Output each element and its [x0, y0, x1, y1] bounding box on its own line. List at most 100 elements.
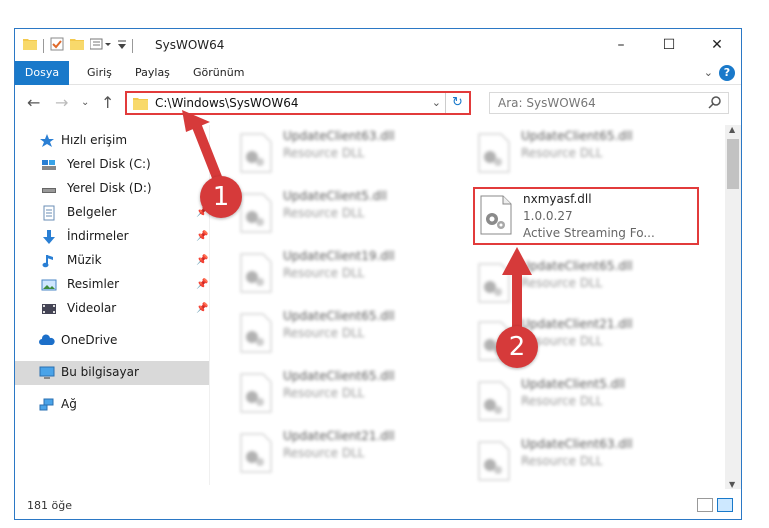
scroll-up-icon[interactable]: ▲ [729, 125, 735, 134]
sidebar-item-downloads[interactable]: İndirmeler 📌 [15, 225, 209, 249]
title-bar: SysWOW64 – ☐ ✕ [15, 29, 741, 61]
tiles-view-icon[interactable] [717, 498, 733, 512]
window-controls: – ☐ ✕ [597, 29, 741, 61]
file-description: Active Streaming Fo... [523, 226, 655, 240]
file-description: Resource DLL [283, 146, 365, 160]
star-icon [39, 133, 55, 149]
file-tile[interactable]: UpdateClient21.dll Resource DLL [215, 425, 445, 483]
sidebar-item-label: İndirmeler [67, 229, 129, 243]
file-description: Resource DLL [521, 394, 603, 408]
file-tile[interactable]: UpdateClient65.dll Resource DLL [215, 365, 445, 423]
close-button[interactable]: ✕ [693, 29, 741, 61]
drive-icon [41, 157, 57, 173]
sidebar-item-network[interactable]: Ağ [15, 393, 209, 417]
search-box[interactable]: Ara: SysWOW64 [489, 92, 729, 114]
file-tile[interactable]: UpdateClient65.dll Resource DLL [215, 305, 445, 363]
pin-icon[interactable]: 📌 [196, 303, 208, 314]
help-icon[interactable]: ? [719, 65, 735, 81]
search-icon[interactable] [708, 95, 722, 112]
file-tile[interactable]: UpdateClient63.dll Resource DLL [453, 433, 683, 485]
pin-icon[interactable]: 📌 [196, 279, 208, 290]
dll-file-icon [477, 381, 511, 424]
sidebar-item-label: Ağ [61, 397, 77, 411]
search-placeholder[interactable]: Ara: SysWOW64 [498, 96, 596, 110]
navigation-bar: ← → ⌄ ↑ C:\Windows\SysWOW64 ⌄ ↻ Ara: Sys… [15, 87, 741, 119]
item-count: 181 öğe [27, 499, 72, 512]
navigation-pane: Hızlı erişim Yerel Disk (C:) Yerel Disk … [15, 125, 209, 485]
sidebar-item-videos[interactable]: Videolar 📌 [15, 297, 209, 321]
sidebar-item-label: Videolar [67, 301, 117, 315]
status-bar: 181 öğe [15, 493, 741, 519]
dll-file-icon [239, 253, 273, 296]
pin-icon[interactable]: 📌 [196, 255, 208, 266]
file-tile[interactable]: UpdateClient5.dll Resource DLL [453, 373, 683, 431]
vertical-scrollbar[interactable]: ▲ ▼ [725, 125, 741, 489]
window-title: SysWOW64 [155, 38, 225, 52]
sidebar-item-documents[interactable]: Belgeler 📌 [15, 201, 209, 225]
videos-icon [41, 301, 57, 317]
scroll-down-icon[interactable]: ▼ [729, 480, 735, 489]
sidebar-item-label: Bu bilgisayar [61, 365, 139, 379]
file-tile[interactable]: UpdateClient5.dll Resource DLL [215, 185, 445, 243]
sidebar-item-label: Yerel Disk (C:) [67, 157, 151, 171]
new-folder-icon[interactable] [70, 38, 84, 53]
ribbon-expand-icon[interactable]: ⌄ [704, 66, 713, 79]
pin-icon[interactable]: 📌 [196, 231, 208, 242]
dll-file-icon [477, 441, 511, 484]
file-name: UpdateClient63.dll [283, 129, 395, 143]
sidebar-item-music[interactable]: Müzik 📌 [15, 249, 209, 273]
file-tile[interactable]: UpdateClient21.dll Resource DLL [453, 313, 683, 371]
dll-file-icon [239, 193, 273, 236]
sidebar-item-onedrive[interactable]: OneDrive [15, 329, 209, 353]
dll-file-icon [239, 433, 273, 476]
downloads-icon [41, 229, 57, 245]
customize-toolbar-icon[interactable] [89, 38, 112, 53]
tab-view[interactable]: Görünüm [183, 61, 254, 85]
details-view-icon[interactable] [697, 498, 713, 512]
recent-locations-icon[interactable]: ⌄ [81, 97, 89, 108]
sidebar-item-label: Resimler [67, 277, 120, 291]
back-arrow-icon[interactable]: ← [27, 93, 40, 112]
file-tile[interactable]: UpdateClient19.dll Resource DLL [215, 245, 445, 303]
step-badge-2: 2 [496, 326, 538, 368]
dropdown-arrow-icon[interactable] [118, 39, 126, 53]
minimize-button[interactable]: – [597, 29, 645, 61]
file-description: Resource DLL [283, 326, 365, 340]
file-name: UpdateClient63.dll [521, 437, 633, 451]
forward-arrow-icon[interactable]: → [55, 93, 68, 112]
network-icon [39, 397, 55, 413]
documents-icon [41, 205, 57, 221]
selected-file-tile[interactable]: nxmyasf.dll 1.0.0.27 Active Streaming Fo… [473, 187, 699, 245]
maximize-button[interactable]: ☐ [645, 29, 693, 61]
address-dropdown-icon[interactable]: ⌄ [432, 96, 441, 109]
file-description: Resource DLL [521, 146, 603, 160]
scrollbar-thumb[interactable] [727, 139, 739, 189]
pictures-icon [41, 277, 57, 293]
step-badge-1: 1 [200, 176, 242, 218]
sidebar-item-label: Müzik [67, 253, 102, 267]
up-arrow-icon[interactable]: ↑ [101, 93, 114, 112]
sidebar-item-label: Hızlı erişim [61, 133, 128, 147]
ribbon-tabs: Dosya Giriş Paylaş Görünüm ⌄ ? [15, 61, 741, 85]
view-switcher [697, 498, 733, 512]
tab-home[interactable]: Giriş [77, 61, 122, 85]
music-icon [41, 253, 57, 269]
tab-file[interactable]: Dosya [15, 61, 69, 85]
dll-file-icon [239, 373, 273, 416]
tab-share[interactable]: Paylaş [125, 61, 180, 85]
sidebar-item-pictures[interactable]: Resimler 📌 [15, 273, 209, 297]
sidebar-item-this-pc[interactable]: Bu bilgisayar [15, 361, 209, 385]
refresh-icon[interactable]: ↻ [445, 93, 469, 113]
sidebar-item-local-disk-c[interactable]: Yerel Disk (C:) [15, 153, 209, 177]
file-description: Resource DLL [283, 206, 365, 220]
sidebar-item-local-disk-d[interactable]: Yerel Disk (D:) [15, 177, 209, 201]
file-tile[interactable]: UpdateClient63.dll Resource DLL [215, 125, 445, 183]
address-bar[interactable]: C:\Windows\SysWOW64 ⌄ ↻ [125, 91, 471, 115]
address-path[interactable]: C:\Windows\SysWOW64 [155, 96, 299, 110]
folder-icon [133, 97, 148, 113]
properties-icon[interactable] [50, 37, 64, 54]
file-tile[interactable]: UpdateClient65.dll Resource DLL [453, 255, 683, 313]
sidebar-item-quick-access[interactable]: Hızlı erişim [15, 129, 209, 153]
file-tile[interactable]: UpdateClient65.dll Resource DLL [453, 125, 683, 183]
sidebar-item-label: Belgeler [67, 205, 117, 219]
